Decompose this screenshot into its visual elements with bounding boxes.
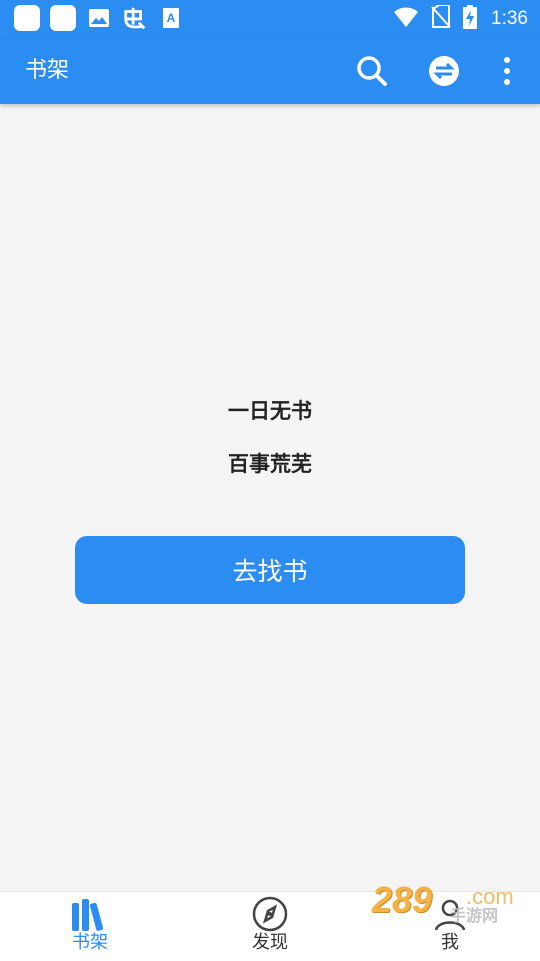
app-toolbar: 书架 (0, 38, 540, 104)
status-time: 1:36 (491, 8, 528, 29)
swap-button[interactable] (424, 51, 464, 91)
nav-item-discover[interactable]: 发现 (210, 892, 330, 961)
find-books-button[interactable]: 去找书 (75, 536, 465, 604)
status-bar: A 1:36 (0, 0, 540, 38)
site-watermark: 289 .com 手游网 (372, 880, 522, 930)
search-button[interactable] (352, 51, 392, 91)
empty-message-line1: 一日无书 (228, 399, 312, 423)
swap-icon (429, 56, 459, 86)
more-vert-icon (504, 57, 510, 85)
app-logo-icon (122, 5, 148, 31)
compass-icon (252, 896, 288, 932)
nav-label-discover: 发现 (252, 932, 288, 953)
search-icon (357, 56, 387, 86)
page-title: 书架 (25, 58, 70, 83)
nav-label-me: 我 (441, 932, 459, 953)
watermark-text: 手游网 (450, 906, 499, 925)
text-a-icon: A (158, 5, 184, 31)
more-options-button[interactable] (487, 51, 527, 91)
status-bar-notifications: A (14, 5, 184, 31)
bookshelf-icon (70, 896, 110, 932)
wifi-icon (393, 6, 419, 32)
nav-item-bookshelf[interactable]: 书架 (30, 892, 150, 961)
no-sim-icon (431, 4, 451, 33)
notification-square-icon (14, 5, 40, 31)
nav-label-bookshelf: 书架 (72, 932, 108, 953)
status-bar-system: 1:36 (393, 4, 528, 33)
image-icon (86, 5, 112, 31)
battery-charging-icon (463, 5, 478, 33)
empty-message-line2: 百事荒芜 (228, 452, 312, 476)
notification-square-icon (50, 5, 76, 31)
svg-text:A: A (167, 11, 176, 25)
watermark-number: 289 (372, 879, 433, 920)
watermark-domain: .com (466, 884, 514, 909)
